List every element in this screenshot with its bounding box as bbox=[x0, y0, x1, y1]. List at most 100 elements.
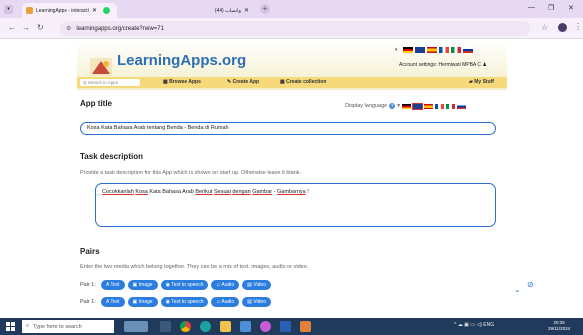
task-description-word: Cocokkanlah bbox=[102, 189, 134, 195]
button-label: Video bbox=[253, 282, 266, 288]
task-description-word: Sesuai bbox=[213, 189, 231, 195]
my-stuff-label: My Stuff bbox=[474, 79, 494, 85]
account-settings-link[interactable]: Account settings: Hermiwati MPBA C ♟ bbox=[399, 62, 487, 68]
app-title-input[interactable]: Kosa Kata Bahasa Arab tentang Benda - Be… bbox=[80, 122, 496, 135]
nav-browse-apps[interactable]: ▦ Browse Apps bbox=[163, 79, 201, 85]
clock-date: 29/11/2024 bbox=[548, 326, 571, 331]
profile-avatar[interactable] bbox=[558, 23, 567, 32]
taskbar-search-input[interactable]: ⌕ Type here to search bbox=[22, 320, 114, 333]
task-description-word: Gambarnya bbox=[277, 189, 306, 195]
search-apps-input[interactable]: Q Search in Apps bbox=[80, 79, 140, 86]
site-navbar: Q Search in Apps ▦ Browse Apps ✎ Create … bbox=[77, 77, 507, 88]
site-info-icon[interactable]: ⚙ bbox=[66, 25, 71, 32]
text-button[interactable]: A Text bbox=[101, 280, 125, 290]
url-bar[interactable]: ⚙ learningapps.org/create?new=71 bbox=[60, 21, 530, 36]
flag-uk-icon[interactable] bbox=[414, 47, 425, 53]
task-description-word: - bbox=[273, 189, 276, 195]
flag-es-icon[interactable] bbox=[423, 103, 433, 109]
flag-it-icon[interactable] bbox=[450, 47, 461, 53]
video-button[interactable]: ▤ Video bbox=[242, 280, 271, 290]
close-tab-icon[interactable]: ✕ bbox=[92, 7, 97, 14]
task-description-word: Berikut bbox=[195, 189, 213, 195]
flag-ru-icon[interactable] bbox=[462, 47, 473, 53]
app-title-heading: App title bbox=[80, 99, 112, 108]
search-icon: ⌕ bbox=[26, 323, 30, 329]
text-to-speech-button[interactable]: ◉ Text to speech bbox=[160, 297, 209, 307]
task-description-word: Kata bbox=[149, 189, 161, 195]
file-explorer-icon[interactable] bbox=[220, 321, 231, 332]
flag-fr-icon[interactable] bbox=[438, 47, 449, 53]
link-icon[interactable]: ⊘ bbox=[527, 280, 534, 289]
flag-uk-icon[interactable] bbox=[411, 102, 423, 110]
site-logo-text[interactable]: LearningApps.org bbox=[117, 52, 246, 69]
chevron-down-icon[interactable]: ⌄ bbox=[514, 285, 521, 294]
reload-icon[interactable]: ↻ bbox=[37, 23, 44, 32]
chevron-down-icon[interactable]: ▾ bbox=[395, 47, 398, 53]
nav-create-collection[interactable]: ▦ Create collection bbox=[280, 79, 326, 85]
back-icon[interactable]: ← bbox=[8, 23, 16, 32]
pair-label: Pair 1: bbox=[80, 299, 96, 305]
nav-label: Create collection bbox=[286, 79, 327, 85]
language-indicator: ENG bbox=[483, 322, 495, 328]
browser-tab-strip: ▾ LearningApps - interactive and ✕ (44) … bbox=[0, 0, 583, 18]
user-icon: ♟ bbox=[482, 62, 487, 68]
button-label: Text to speech bbox=[171, 299, 204, 305]
task-description-textarea[interactable]: Cocokkanlah Kosa Kata Bahasa Arab Beriku… bbox=[95, 183, 496, 227]
taskbar-search-placeholder: Type here to search bbox=[33, 323, 82, 330]
tab-title: LearningApps - interactive and bbox=[36, 7, 89, 14]
maximize-icon[interactable]: ❐ bbox=[548, 4, 554, 12]
whatsapp-favicon-icon bbox=[103, 7, 110, 14]
image-button[interactable]: ▣ Image bbox=[127, 297, 158, 307]
my-stuff-link[interactable]: ▰ My Stuff bbox=[469, 79, 494, 85]
button-label: Image bbox=[138, 282, 153, 288]
flag-ru-icon[interactable] bbox=[456, 103, 466, 109]
display-language-selector: Display language ? ▾ bbox=[345, 102, 466, 110]
flag-de-icon[interactable] bbox=[401, 103, 411, 109]
audio-button[interactable]: ♫ Audio bbox=[211, 297, 240, 307]
learningapps-logo-icon[interactable] bbox=[90, 58, 112, 76]
edge-icon[interactable] bbox=[200, 321, 211, 332]
minimize-icon[interactable]: — bbox=[528, 4, 535, 11]
flag-it-icon[interactable] bbox=[445, 103, 455, 109]
weather-widget-icon[interactable] bbox=[124, 321, 148, 332]
tab-whatsapp[interactable]: (44) واتساب ✕ bbox=[158, 3, 253, 18]
close-window-icon[interactable]: ✕ bbox=[568, 4, 574, 12]
word-icon[interactable] bbox=[280, 321, 291, 332]
button-label: Audio bbox=[221, 299, 235, 305]
help-icon[interactable]: ? bbox=[389, 103, 396, 109]
audio-button[interactable]: ♫ Audio bbox=[211, 280, 240, 290]
text-button[interactable]: A Text bbox=[101, 297, 125, 307]
url-text: learningapps.org/create?new=71 bbox=[76, 25, 164, 32]
tab-learningapps[interactable]: LearningApps - interactive and ✕ bbox=[22, 3, 117, 18]
language-flags: ▾ bbox=[395, 47, 473, 53]
forward-icon[interactable]: → bbox=[22, 23, 30, 32]
store-icon[interactable] bbox=[240, 321, 251, 332]
menu-kebab-icon[interactable]: ⋮ bbox=[574, 22, 582, 31]
new-tab-button[interactable]: + bbox=[260, 4, 270, 14]
video-button[interactable]: ▤ Video bbox=[242, 297, 271, 307]
windows-start-icon[interactable] bbox=[6, 322, 15, 331]
flag-de-icon[interactable] bbox=[402, 47, 413, 53]
nav-label: Browse Apps bbox=[169, 79, 201, 85]
task-description-heading: Task description bbox=[80, 152, 143, 161]
image-button[interactable]: ▣ Image bbox=[127, 280, 158, 290]
flag-fr-icon[interactable] bbox=[434, 103, 444, 109]
pairs-hint: Enter the two media which belong togethe… bbox=[80, 264, 309, 270]
tab-search-chevron-icon[interactable]: ▾ bbox=[4, 5, 13, 14]
task-description-hint: Provide a task description for this App … bbox=[80, 170, 302, 176]
task-view-icon[interactable] bbox=[160, 321, 171, 332]
chevron-down-icon[interactable]: ▾ bbox=[397, 103, 400, 109]
bookmark-star-icon[interactable]: ☆ bbox=[541, 23, 548, 32]
chrome-icon[interactable] bbox=[180, 321, 191, 332]
task-description-word: ! bbox=[307, 189, 309, 195]
clock[interactable]: 20:35 29/11/2024 bbox=[548, 320, 570, 332]
app-icon[interactable] bbox=[260, 321, 271, 332]
account-settings-text: Account settings: Hermiwati MPBA C bbox=[399, 62, 481, 68]
app-icon[interactable] bbox=[300, 321, 311, 332]
text-to-speech-button[interactable]: ◉ Text to speech bbox=[160, 280, 209, 290]
system-tray[interactable]: ^ ☁ ▣ ▭ ◁) ENG bbox=[454, 322, 494, 328]
close-tab-icon[interactable]: ✕ bbox=[244, 7, 249, 14]
nav-create-app[interactable]: ✎ Create App bbox=[227, 79, 259, 85]
flag-es-icon[interactable] bbox=[426, 47, 437, 53]
button-label: Text to speech bbox=[171, 282, 204, 288]
